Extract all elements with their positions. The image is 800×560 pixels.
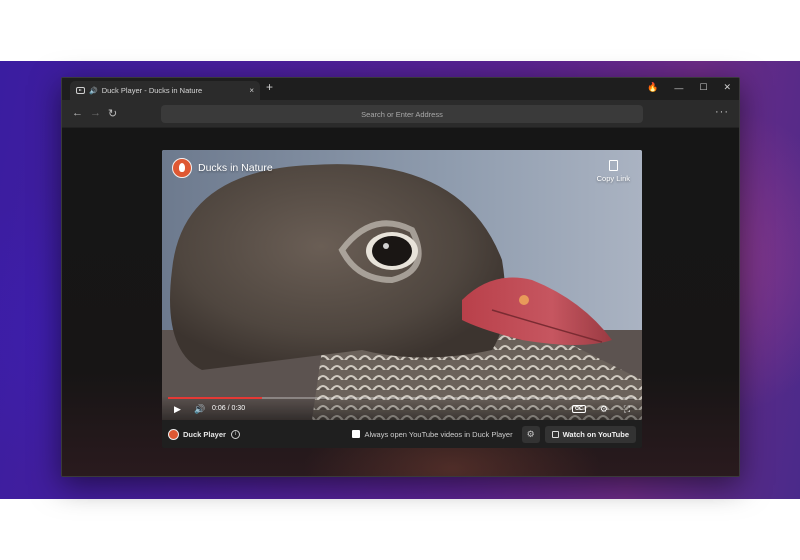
- copy-link-label: Copy Link: [596, 174, 630, 183]
- play-icon[interactable]: ▶: [174, 404, 181, 415]
- duck-image: [162, 150, 642, 420]
- maximize-button[interactable]: ☐: [699, 82, 707, 93]
- duckduckgo-logo-icon: [172, 158, 192, 178]
- duck-player-logo-icon: [168, 428, 179, 440]
- minimize-button[interactable]: —: [674, 83, 683, 93]
- external-link-icon: [551, 430, 559, 438]
- browser-tab[interactable]: 🔊 Duck Player - Ducks in Nature ×: [70, 81, 260, 100]
- progress-bar[interactable]: [168, 397, 636, 399]
- fullscreen-icon[interactable]: ⛶: [624, 404, 630, 415]
- watch-on-youtube-button[interactable]: Watch on YouTube: [544, 425, 636, 443]
- address-bar[interactable]: Search or Enter Address: [161, 105, 643, 123]
- title-bar: 🔊 Duck Player - Ducks in Nature × + 🔥 — …: [62, 78, 739, 100]
- video-title-overlay: Ducks in Nature: [172, 158, 273, 178]
- video-title: Ducks in Nature: [198, 162, 273, 174]
- back-icon[interactable]: ←: [72, 107, 83, 119]
- new-tab-button[interactable]: +: [266, 80, 273, 94]
- speaker-icon[interactable]: 🔊: [89, 87, 98, 95]
- browser-window: 🔊 Duck Player - Ducks in Nature × + 🔥 — …: [61, 77, 740, 477]
- info-icon[interactable]: i: [230, 429, 240, 439]
- more-menu-icon[interactable]: ···: [715, 106, 729, 118]
- close-window-button[interactable]: ✕: [723, 82, 731, 93]
- page-content: Ducks in Nature Copy Link ▶ 🔊 0:06 / 0:3…: [62, 128, 739, 476]
- reload-icon[interactable]: ↻: [108, 107, 117, 120]
- watch-on-youtube-label: Watch on YouTube: [562, 429, 629, 439]
- duck-player-settings-button[interactable]: ⚙: [521, 425, 540, 443]
- always-open-checkbox[interactable]: [352, 430, 361, 438]
- video-controls: ▶ 🔊 0:06 / 0:30 CC ⚙ ⛶: [162, 396, 642, 420]
- copy-link-button[interactable]: Copy Link: [597, 160, 630, 183]
- window-controls: 🔥 — ☐ ✕: [647, 82, 731, 93]
- time-display: 0:06 / 0:30: [212, 405, 246, 412]
- forward-icon[interactable]: →: [90, 107, 101, 119]
- fire-button-icon[interactable]: 🔥: [647, 82, 658, 93]
- settings-gear-icon[interactable]: ⚙: [600, 404, 608, 415]
- video-favicon-icon: [76, 87, 85, 94]
- browser-toolbar: ← → ↻ Search or Enter Address ···: [62, 100, 739, 128]
- duck-player: Ducks in Nature Copy Link ▶ 🔊 0:06 / 0:3…: [162, 150, 642, 448]
- progress-fill: [168, 397, 262, 399]
- tab-title: Duck Player - Ducks in Nature: [101, 86, 203, 95]
- captions-icon[interactable]: CC: [572, 405, 586, 413]
- duck-player-bar: Duck Player i Always open YouTube videos…: [162, 420, 642, 448]
- tab-close-icon[interactable]: ×: [249, 86, 254, 95]
- copy-icon: [608, 160, 618, 171]
- video-frame[interactable]: Ducks in Nature Copy Link ▶ 🔊 0:06 / 0:3…: [162, 150, 642, 420]
- volume-icon[interactable]: 🔊: [194, 404, 205, 415]
- always-open-label[interactable]: Always open YouTube videos in Duck Playe…: [364, 430, 512, 439]
- duck-player-name: Duck Player: [183, 429, 226, 439]
